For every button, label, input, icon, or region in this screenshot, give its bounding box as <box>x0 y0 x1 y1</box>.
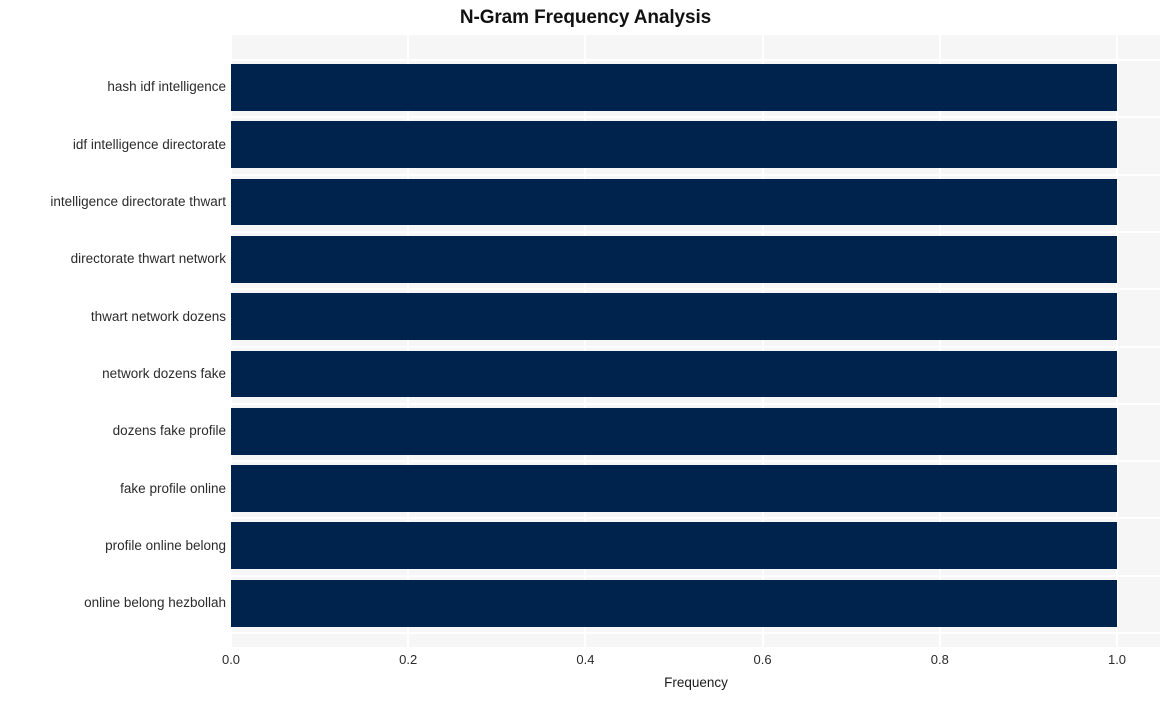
x-axis-tick-label: 0.8 <box>930 652 949 667</box>
horizontal-gridline <box>231 345 1160 348</box>
bar <box>231 64 1117 111</box>
horizontal-gridline <box>231 402 1160 405</box>
x-axis-tick-label: 1.0 <box>1107 652 1127 667</box>
plot-area <box>231 35 1160 647</box>
horizontal-gridline <box>231 230 1160 233</box>
horizontal-gridline <box>231 574 1160 577</box>
y-axis-tick-label: profile online belong <box>105 537 226 553</box>
bar <box>231 178 1117 226</box>
horizontal-gridline <box>231 116 1160 119</box>
bar <box>231 579 1117 627</box>
x-axis-tick-label: 0.4 <box>576 652 595 667</box>
horizontal-gridline <box>231 288 1160 291</box>
horizontal-gridline <box>231 173 1160 176</box>
y-axis-tick-label: thwart network dozens <box>90 308 226 324</box>
y-axis-tick-label: hash idf intelligence <box>107 79 226 95</box>
horizontal-gridline <box>231 59 1160 61</box>
x-axis-tick-label: 0.2 <box>399 652 418 667</box>
y-axis-tick-label: idf intelligence directorate <box>72 136 226 152</box>
bar <box>231 522 1117 570</box>
y-axis-tick-label: online belong hezbollah <box>84 595 226 611</box>
chart-figure: N-Gram Frequency Analysis hash idf intel… <box>0 0 1171 701</box>
bar <box>231 407 1117 455</box>
chart-title: N-Gram Frequency Analysis <box>459 7 712 28</box>
y-axis-tick-label: intelligence directorate thwart <box>50 194 226 209</box>
bar <box>231 235 1117 283</box>
horizontal-gridline <box>231 460 1160 463</box>
bar <box>231 350 1117 398</box>
y-axis-tick-label: directorate thwart network <box>70 251 226 267</box>
x-axis-tick-label: 0.6 <box>753 652 772 667</box>
x-axis-tick-label: 0.0 <box>221 652 241 667</box>
bar <box>231 121 1117 169</box>
horizontal-gridline <box>231 517 1160 520</box>
x-axis-label: Frequency <box>664 675 728 690</box>
bar <box>231 293 1117 340</box>
y-axis-tick-label: network dozens fake <box>102 365 226 381</box>
y-axis-tick-label: fake profile online <box>120 480 226 496</box>
horizontal-gridline <box>231 632 1160 634</box>
y-axis-tick-label: dozens fake profile <box>112 423 226 439</box>
bar <box>231 465 1117 512</box>
